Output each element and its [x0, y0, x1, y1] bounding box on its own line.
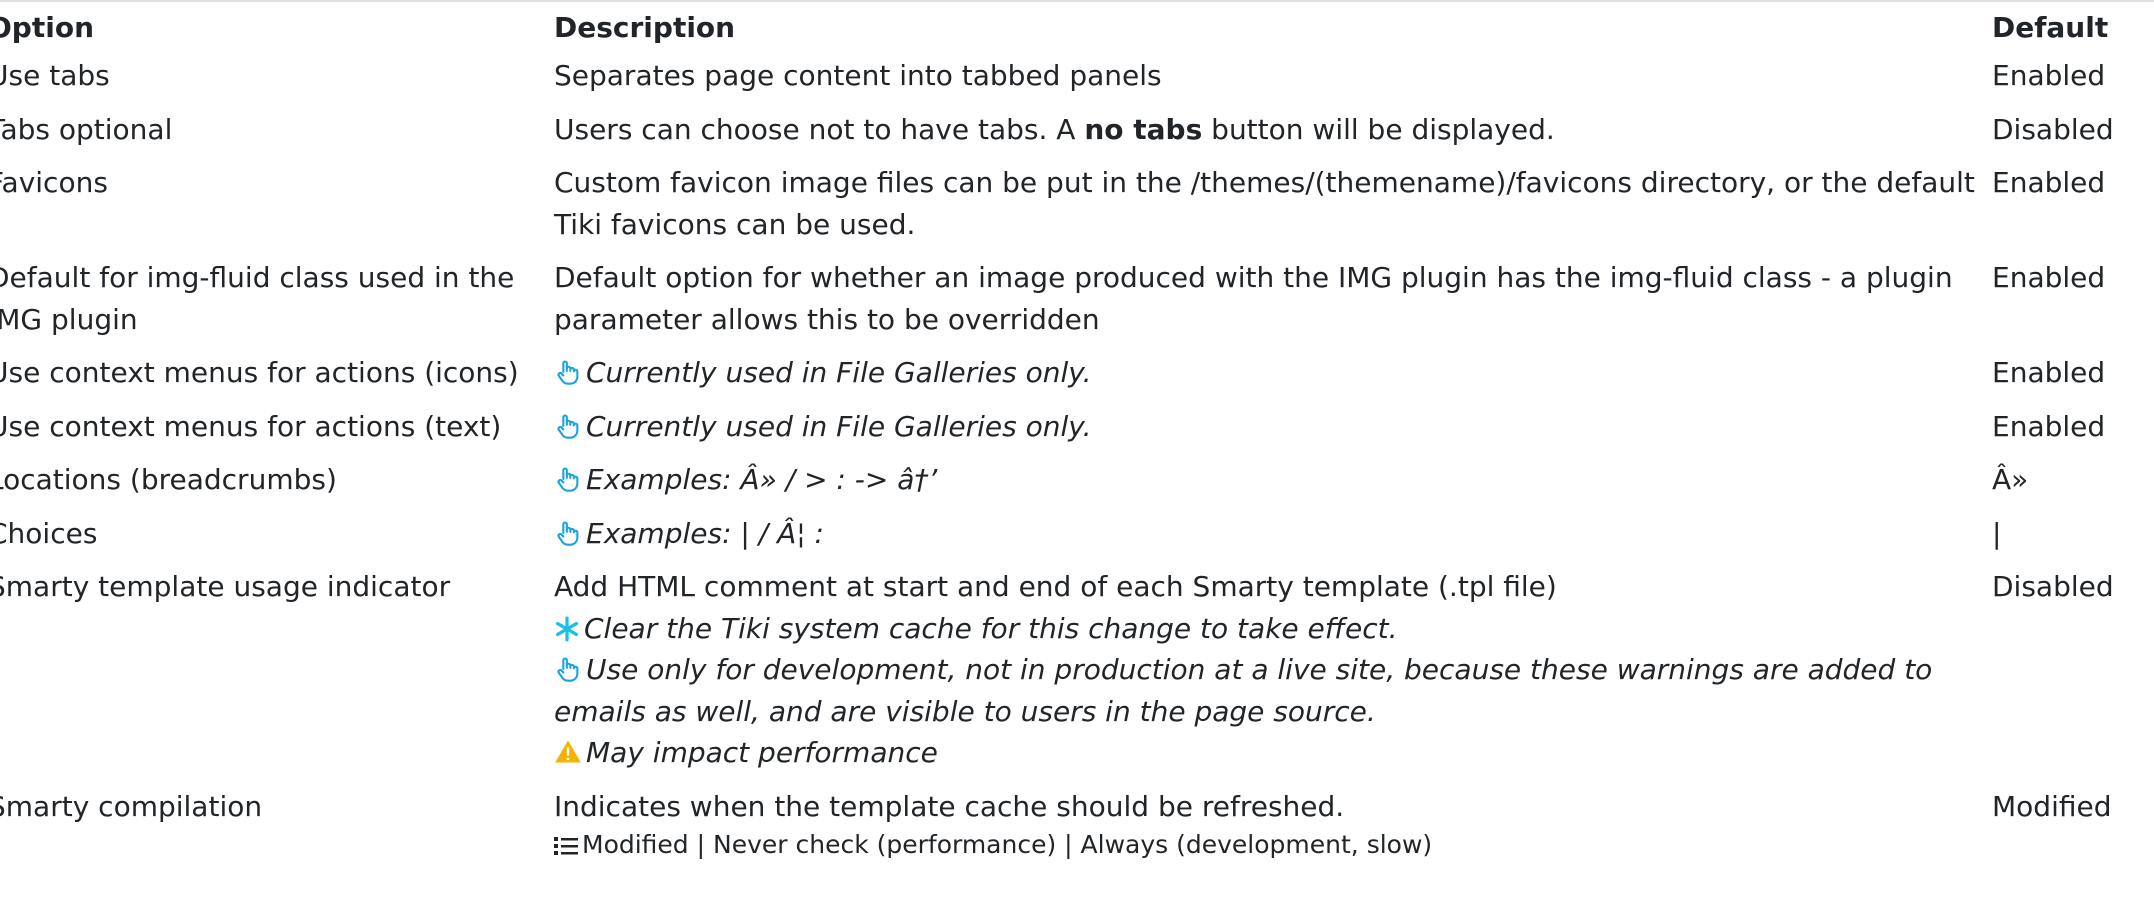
option-cell: Tabs optional: [0, 112, 173, 146]
default-cell: Enabled: [1992, 356, 2106, 389]
header-default: Default: [1992, 10, 2109, 44]
description-cell: Currently used in File Galleries only.: [554, 406, 1992, 460]
option-cell: Favicons: [0, 166, 108, 199]
table-row: Tabs optional Users can choose not to ha…: [0, 109, 2154, 163]
description-cell: Examples: Â» / > : -> â†’: [554, 459, 1992, 513]
cache-note: Clear the Tiki system cache for this cha…: [554, 608, 1992, 650]
pointing-hand-icon: [557, 467, 579, 492]
pointing-hand-icon: [557, 414, 579, 439]
description-cell: Currently used in File Galleries only.: [554, 352, 1992, 406]
description-text: Users can choose not to have tabs. A: [554, 112, 1085, 146]
default-cell: Enabled: [1992, 409, 2106, 443]
tip-text: Examples: | / Â¦ :: [586, 516, 824, 550]
option-cell: Smarty compilation: [0, 789, 263, 823]
warning-note: May impact performance: [554, 732, 1992, 774]
table-header-row: Option Description Default: [0, 0, 2154, 55]
table-row: Smarty template usage indicator Add HTML…: [0, 566, 2154, 786]
option-cell: Use context menus for actions (icons): [0, 356, 519, 389]
default-cell: Disabled: [1992, 112, 2114, 146]
table-row: Use context menus for actions (text) Cur…: [0, 406, 2154, 460]
description-text: button will be displayed.: [1202, 112, 1555, 146]
default-cell: Enabled: [1992, 261, 2106, 294]
description-text: Add HTML comment at start and end of eac…: [554, 570, 1557, 603]
pointing-hand-icon: [557, 657, 579, 682]
warning-text: May impact performance: [586, 736, 938, 769]
description-cell: Add HTML comment at start and end of eac…: [554, 566, 1992, 786]
default-cell: Modified: [1992, 789, 2112, 823]
table-row: Locations (breadcrumbs) Examples: Â» / >…: [0, 459, 2154, 513]
tip-text: Examples: Â» / > : -> â†’: [586, 463, 938, 496]
table-row: Favicons Custom favicon image files can …: [0, 162, 2154, 257]
description-cell: Default option for whether an image prod…: [554, 261, 1953, 336]
default-cell: Enabled: [1992, 166, 2106, 199]
tip-text: Currently used in File Galleries only.: [586, 409, 1092, 443]
preferences-table-container: Option Description Default Use tabs Sepa…: [0, 0, 2154, 916]
option-cell: Locations (breadcrumbs): [0, 463, 337, 496]
table-row: Default for img-fluid class used in the …: [0, 257, 2154, 352]
table-row: Smarty compilation Indicates when the te…: [0, 786, 2154, 874]
pointing-hand-icon: [557, 521, 579, 546]
options-list-text: Modified | Never check (performance) | A…: [582, 830, 1433, 859]
table-row: Use tabs Separates page content into tab…: [0, 55, 2154, 109]
description-bold-text: no tabs: [1084, 112, 1203, 146]
table-row: Use context menus for actions (icons) Cu…: [0, 352, 2154, 406]
option-cell: Smarty template usage indicator: [0, 570, 451, 603]
default-cell: Â»: [1992, 463, 2029, 496]
table-row: Choices Examples: | / Â¦ : |: [0, 513, 2154, 567]
tip-text: Currently used in File Galleries only.: [586, 356, 1092, 389]
default-cell: |: [1992, 516, 2002, 550]
pointing-hand-icon: [557, 360, 579, 385]
cache-note-text: Clear the Tiki system cache for this cha…: [584, 611, 1398, 645]
option-cell: Use tabs: [0, 59, 110, 92]
header-option: Option: [0, 10, 94, 44]
asterisk-icon: [555, 616, 579, 641]
description-cell: Custom favicon image files can be put in…: [554, 166, 1975, 241]
warning-triangle-icon: [555, 740, 581, 763]
description-cell: Examples: | / Â¦ :: [554, 513, 1992, 567]
option-cell: Choices: [0, 516, 98, 550]
description-cell: Indicates when the template cache should…: [554, 786, 1992, 874]
description-text: Indicates when the template cache should…: [554, 789, 1345, 823]
option-cell: Use context menus for actions (text): [0, 409, 502, 443]
description-cell: Separates page content into tabbed panel…: [554, 59, 1162, 92]
header-description: Description: [554, 10, 736, 44]
list-icon: [554, 837, 578, 855]
tip-note: Use only for development, not in product…: [554, 649, 1992, 732]
options-list: Modified | Never check (performance) | A…: [554, 829, 1992, 861]
option-cell: Default for img-fluid class used in the …: [0, 261, 515, 336]
default-cell: Disabled: [1992, 570, 2114, 603]
tip-text: Use only for development, not in product…: [554, 653, 1933, 728]
description-cell: Users can choose not to have tabs. A no …: [554, 109, 1992, 163]
default-cell: Enabled: [1992, 59, 2106, 92]
preferences-table: Option Description Default Use tabs Sepa…: [0, 0, 2154, 873]
